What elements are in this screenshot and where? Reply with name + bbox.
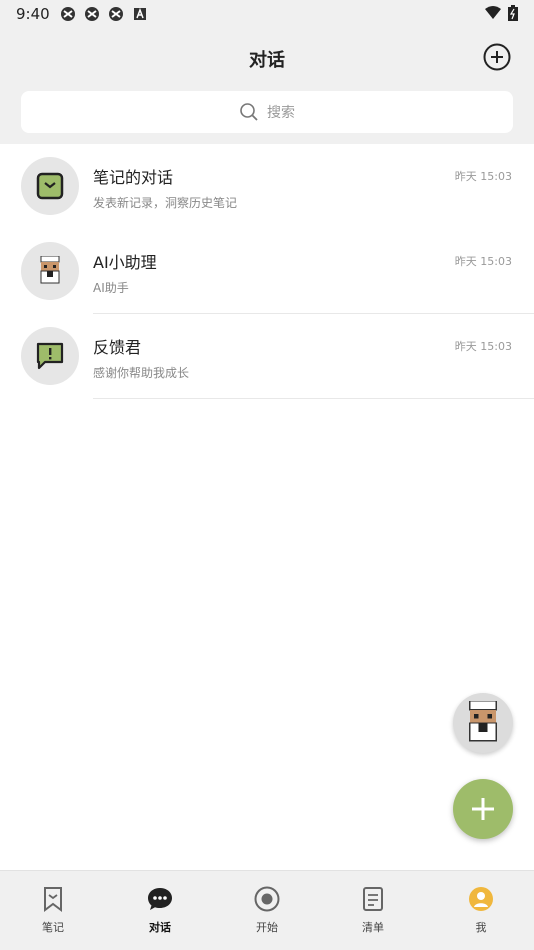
tab-profile[interactable]: 我 bbox=[441, 885, 521, 935]
wifi-icon bbox=[485, 6, 501, 19]
conversation-subtitle: 发表新记录，洞察历史笔记 bbox=[93, 196, 238, 210]
tab-label: 笔记 bbox=[42, 921, 64, 934]
search-icon bbox=[240, 103, 258, 121]
search-placeholder: 搜索 bbox=[267, 105, 295, 121]
assistant-floating-button[interactable] bbox=[453, 693, 513, 753]
avatar bbox=[21, 157, 79, 215]
bookmark-icon bbox=[36, 172, 64, 200]
app-notification-icon bbox=[61, 7, 75, 21]
tab-label: 对话 bbox=[149, 921, 171, 934]
tab-chat[interactable]: 对话 bbox=[120, 885, 200, 935]
conversation-item-assistant[interactable]: AI小助理 AI助手 昨天 15:03 bbox=[0, 229, 534, 314]
conversation-item-notes[interactable]: 笔记的对话 发表新记录，洞察历史笔记 昨天 15:03 bbox=[0, 144, 534, 229]
pixel-chef-avatar bbox=[469, 701, 497, 742]
tab-label: 清单 bbox=[362, 921, 384, 934]
tab-start[interactable]: 开始 bbox=[227, 885, 307, 935]
add-circle-icon[interactable] bbox=[482, 42, 512, 72]
search-input[interactable]: 搜索 bbox=[21, 91, 513, 133]
tab-label: 我 bbox=[475, 921, 487, 934]
tab-label: 开始 bbox=[256, 921, 278, 934]
conversation-name: AI小助理 bbox=[93, 253, 157, 272]
checklist-icon bbox=[363, 887, 383, 911]
app-notification-icon bbox=[109, 7, 123, 21]
conversation-name: 反馈君 bbox=[93, 338, 142, 357]
conversation-subtitle: 感谢你帮助我成长 bbox=[93, 366, 190, 380]
bottom-nav: 笔记 对话 开始 清单 我 bbox=[0, 870, 534, 950]
divider bbox=[93, 398, 534, 399]
chat-bubble-icon bbox=[148, 888, 172, 910]
avatar bbox=[21, 327, 79, 385]
pixel-chef-avatar bbox=[40, 256, 60, 284]
bookmark-icon bbox=[44, 887, 62, 912]
keyboard-notification-icon bbox=[134, 7, 146, 20]
conversation-list: 笔记的对话 发表新记录，洞察历史笔记 昨天 15:03 AI小助理 AI助手 昨… bbox=[0, 144, 534, 399]
conversation-time: 昨天 15:03 bbox=[454, 340, 512, 353]
conversation-name: 笔记的对话 bbox=[93, 168, 174, 187]
status-time: 9:40 bbox=[16, 5, 50, 23]
add-floating-button[interactable] bbox=[453, 779, 513, 839]
search-area: 搜索 bbox=[0, 88, 534, 144]
conversation-time: 昨天 15:03 bbox=[454, 170, 512, 183]
battery-icon bbox=[508, 5, 518, 21]
conversation-subtitle: AI助手 bbox=[93, 281, 129, 295]
app-notification-icon bbox=[85, 7, 99, 21]
plus-icon bbox=[472, 798, 494, 820]
record-icon bbox=[254, 886, 280, 912]
page-title: 对话 bbox=[249, 50, 285, 71]
system-icons bbox=[484, 5, 518, 21]
tab-checklist[interactable]: 清单 bbox=[333, 885, 413, 935]
avatar bbox=[21, 242, 79, 300]
status-bar: 9:40 bbox=[0, 0, 534, 28]
tab-notes[interactable]: 笔记 bbox=[13, 885, 93, 935]
notification-icons bbox=[60, 6, 148, 22]
feedback-icon bbox=[36, 342, 64, 370]
profile-icon bbox=[469, 887, 493, 911]
conversation-item-feedback[interactable]: 反馈君 感谢你帮助我成长 昨天 15:03 bbox=[0, 314, 534, 399]
conversation-time: 昨天 15:03 bbox=[454, 255, 512, 268]
header: 对话 bbox=[0, 28, 534, 88]
